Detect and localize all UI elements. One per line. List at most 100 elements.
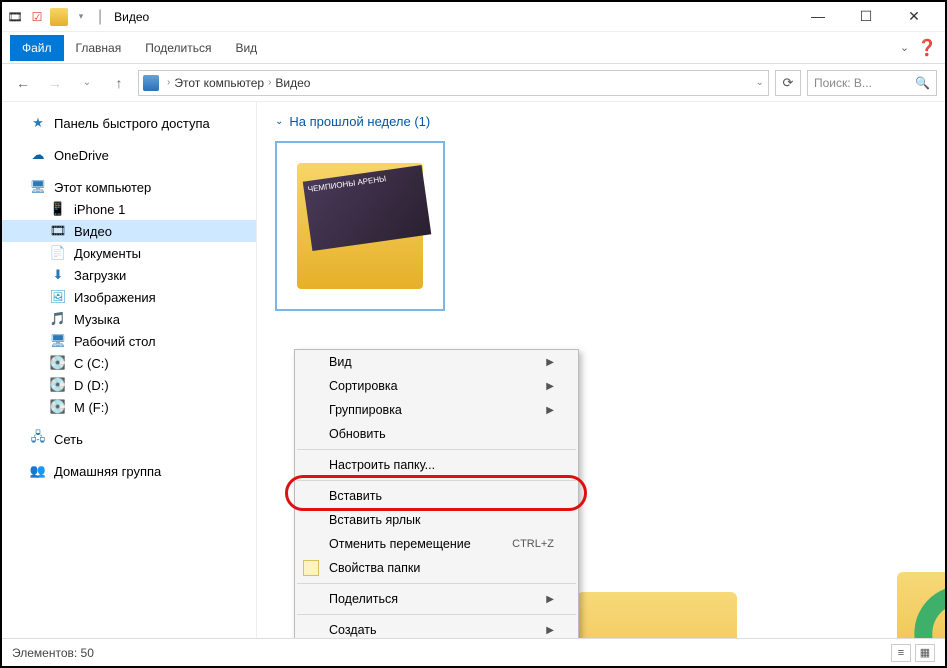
minimize-button[interactable]: — xyxy=(803,8,833,25)
nav-item-pictures[interactable]: 🖼 Изображения xyxy=(2,286,256,308)
nav-label: Документы xyxy=(74,246,141,261)
nav-network[interactable]: 🖧Сеть xyxy=(2,428,256,450)
shortcut-text: CTRL+Z xyxy=(512,538,554,550)
nav-item-drive-m[interactable]: 💽M (F:) xyxy=(2,396,256,418)
cm-group[interactable]: Группировка▶ xyxy=(295,398,578,422)
cm-label: Группировка xyxy=(329,403,402,417)
desktop-icon: 🖥 xyxy=(50,333,66,349)
downloads-icon: ⬇ xyxy=(50,267,66,283)
chevron-right-icon[interactable]: › xyxy=(167,77,170,88)
menu-separator xyxy=(297,614,576,615)
cm-customize-folder[interactable]: Настроить папку... xyxy=(295,453,578,477)
cm-label: Настроить папку... xyxy=(329,458,435,472)
breadcrumb-item[interactable]: Видео xyxy=(275,76,310,90)
group-header[interactable]: ⌄ На прошлой неделе (1) xyxy=(275,114,927,129)
nav-homegroup[interactable]: 👥 Домашняя группа xyxy=(2,460,256,482)
search-placeholder: Поиск: В... xyxy=(814,76,872,90)
maximize-button[interactable]: ☐ xyxy=(851,8,881,25)
quick-access-toolbar: 🎞 ☑ ▾ | Видео xyxy=(6,8,149,26)
breadcrumb-dropdown-icon[interactable]: ⌄ xyxy=(756,77,764,88)
nav-item-drive-d[interactable]: 💽 D (D:) xyxy=(2,374,256,396)
back-button[interactable]: ← xyxy=(10,70,36,96)
star-icon: ★ xyxy=(30,115,46,131)
chevron-right-icon[interactable]: › xyxy=(268,77,271,88)
up-button[interactable]: ↑ xyxy=(106,70,132,96)
folder-thumbnail[interactable]: ЧЕМПИОНЫ АРЕНЫ xyxy=(275,141,445,311)
view-switcher: ≡ ▦ xyxy=(891,644,935,662)
chevron-right-icon: ▶ xyxy=(546,357,554,368)
nav-label: Загрузки xyxy=(74,268,126,283)
cm-view[interactable]: Вид ▶ xyxy=(295,350,578,374)
videos-lib-icon: 🎞 xyxy=(6,8,24,26)
pictures-icon: 🖼 xyxy=(50,289,66,305)
cm-label: Отменить перемещение xyxy=(329,537,471,551)
close-button[interactable]: ✕ xyxy=(899,8,929,25)
cm-paste[interactable]: Вставить xyxy=(295,484,578,508)
thumbnails-view-button[interactable]: ▦ xyxy=(915,644,935,662)
cm-new[interactable]: Создать▶ xyxy=(295,618,578,638)
nav-label: Этот компьютер xyxy=(54,180,151,195)
drive-icon: 💽 xyxy=(50,399,66,415)
cm-paste-shortcut[interactable]: Вставить ярлык xyxy=(295,508,578,532)
search-input[interactable]: Поиск: В... 🔍 xyxy=(807,70,937,96)
window-controls: — ☐ ✕ xyxy=(803,8,941,25)
cm-folder-properties[interactable]: Свойства папки xyxy=(295,556,578,580)
refresh-button[interactable]: ⟳ xyxy=(775,70,801,96)
help-icon[interactable]: ❓ xyxy=(917,38,937,58)
nav-label: Рабочий стол xyxy=(74,334,156,349)
nav-item-downloads[interactable]: ⬇ Загрузки xyxy=(2,264,256,286)
nav-item-iphone[interactable]: 📱 iPhone 1 xyxy=(2,198,256,220)
breadcrumb-item[interactable]: Этот компьютер xyxy=(174,76,264,90)
cm-label: Вставить ярлык xyxy=(329,513,421,527)
documents-icon: 📄 xyxy=(50,245,66,261)
chevron-down-icon[interactable]: ⌄ xyxy=(275,116,283,127)
cm-undo-move[interactable]: Отменить перемещение CTRL+Z xyxy=(295,532,578,556)
cm-label: Обновить xyxy=(329,427,386,441)
drive-icon: 💽 xyxy=(50,377,66,393)
nav-item-drive-c[interactable]: 💽C (C:) xyxy=(2,352,256,374)
homegroup-icon: 👥 xyxy=(30,463,46,479)
qat-dropdown-icon[interactable]: ▾ xyxy=(72,8,90,26)
nav-item-documents[interactable]: 📄 Документы xyxy=(2,242,256,264)
ribbon-expand-icon[interactable]: ⌄ xyxy=(900,41,909,54)
nav-onedrive[interactable]: ☁ OneDrive xyxy=(2,144,256,166)
cm-label: Вид xyxy=(329,355,352,369)
nav-label: D (D:) xyxy=(74,378,109,393)
nav-quick-access[interactable]: ★ Панель быстрого доступа xyxy=(2,112,256,134)
search-icon: 🔍 xyxy=(915,76,930,90)
properties-qat-icon[interactable]: ☑ xyxy=(28,8,46,26)
menu-separator xyxy=(297,449,576,450)
client-area: ★ Панель быстрого доступа ☁ OneDrive 🖥 Э… xyxy=(2,102,945,638)
nav-label: Сеть xyxy=(54,432,83,447)
folder-thumbnail[interactable] xyxy=(897,572,945,638)
forward-button[interactable]: → xyxy=(42,70,68,96)
music-icon: 🎵 xyxy=(50,311,66,327)
nav-item-desktop[interactable]: 🖥 Рабочий стол xyxy=(2,330,256,352)
ribbon-tab-file[interactable]: Файл xyxy=(10,35,64,61)
chevron-right-icon: ▶ xyxy=(546,594,554,605)
details-view-button[interactable]: ≡ xyxy=(891,644,911,662)
explorer-window: 🎞 ☑ ▾ | Видео — ☐ ✕ Файл Главная Поделит… xyxy=(0,0,947,668)
cm-share[interactable]: Поделиться▶ xyxy=(295,587,578,611)
phone-icon: 📱 xyxy=(50,201,66,217)
nav-item-videos[interactable]: 🎞Видео xyxy=(2,220,256,242)
cm-refresh[interactable]: Обновить xyxy=(295,422,578,446)
nav-label: Панель быстрого доступа xyxy=(54,116,210,131)
onedrive-icon: ☁ xyxy=(30,147,46,163)
cm-label: Свойства папки xyxy=(329,561,420,575)
nav-label: Изображения xyxy=(74,290,156,305)
folder-thumbnail[interactable] xyxy=(577,592,737,638)
nav-label: iPhone 1 xyxy=(74,202,125,217)
recent-dropdown-icon[interactable]: ⌄ xyxy=(74,70,100,96)
nav-this-pc[interactable]: 🖥 Этот компьютер xyxy=(2,176,256,198)
title-separator: | xyxy=(98,8,102,26)
nav-item-music[interactable]: 🎵Музыка xyxy=(2,308,256,330)
cm-sort[interactable]: Сортировка▶ xyxy=(295,374,578,398)
group-header-label: На прошлой неделе (1) xyxy=(289,114,430,129)
ribbon-tab-share[interactable]: Поделиться xyxy=(133,35,223,61)
nav-label: Домашняя группа xyxy=(54,464,161,479)
breadcrumb[interactable]: › Этот компьютер › Видео ⌄ xyxy=(138,70,769,96)
ribbon-tab-home[interactable]: Главная xyxy=(64,35,134,61)
ribbon-tab-view[interactable]: Вид xyxy=(223,35,269,61)
nav-label: OneDrive xyxy=(54,148,109,163)
